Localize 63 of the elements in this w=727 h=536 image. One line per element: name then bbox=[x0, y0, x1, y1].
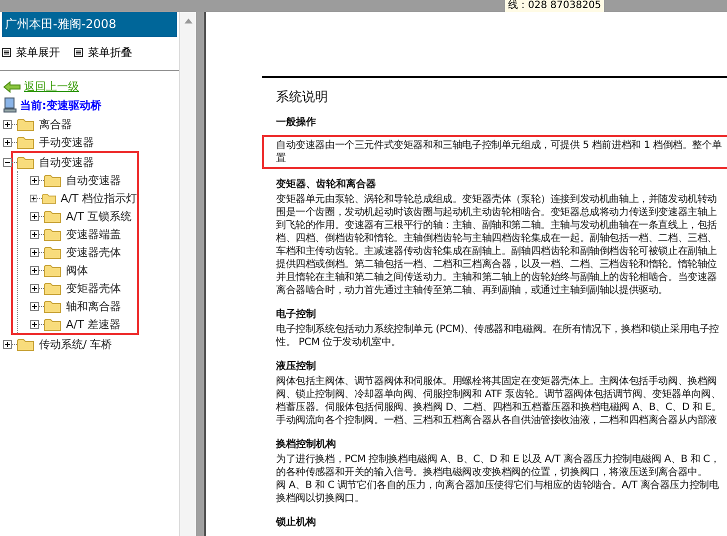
scroll-up-icon[interactable] bbox=[184, 18, 192, 24]
section-heading: 变矩器、齿轮和离合器 bbox=[276, 178, 377, 191]
section-heading: 锁止机构 bbox=[276, 516, 317, 529]
tree-item[interactable]: 手动变速器 bbox=[39, 134, 94, 150]
folder-icon bbox=[44, 210, 61, 222]
menu-action-button[interactable]: 菜单展开 bbox=[2, 45, 60, 60]
paragraph: 阀体包括主阀体、调节器阀体和伺服体。用螺栓将其固定在变矩器壳体上。主阀体包括手动阀、换档阀 阀、锁止控制阀、冷却器单向阀、伺服控制阀和 ATF 泵齿轮。调节器阀体包括调节阀、变矩器单向阀、 档蓄压器。伺服体包括伺服阀、换档阀 D、二档、四档和五档蓄压器和换档电磁阀 A、B、C、D 和 E。 手动阀流向各个控制阀。一档、三档和五档离合器从各自供油管接收油液，二档和四档离合器从内部液 bbox=[276, 375, 722, 427]
paragraph: 自动变速器由一个三元件式变矩器和和三轴电子控制单元组成，可提供 5 档前进档和 1 档倒档。整个单 置 bbox=[276, 139, 723, 165]
paragraph: 为了进行换档，PCM 控制换档电磁阀 A、B、C、D 和 E 以及 A/T 离合器压力控制电磁阀 A、B 和 C， 的各种传感器和开关的输入信号。换档电磁阀改变换档阀的位置，切换阀口，将液压送到离合器中。 阀 A、B 和 C 调节它们各自的压力，向离合器加压使得它们与相应的齿轮啮合。A/T 离合器压力控制电 换档阀以切换阀口。 bbox=[276, 453, 721, 505]
computer-icon bbox=[3, 97, 17, 113]
scrollbar[interactable] bbox=[179, 12, 196, 536]
expand-icon[interactable] bbox=[3, 340, 12, 348]
folder-icon bbox=[44, 282, 61, 294]
expand-icon[interactable] bbox=[3, 138, 12, 146]
folder-icon bbox=[42, 192, 56, 204]
folder-icon bbox=[17, 118, 34, 130]
expand-icon[interactable] bbox=[30, 176, 39, 184]
menu-icon[interactable] bbox=[74, 48, 83, 57]
current-location: 当前:变速驱动桥 bbox=[20, 98, 102, 112]
expand-icon[interactable] bbox=[30, 320, 39, 328]
section-heading: 换档控制机构 bbox=[276, 438, 337, 451]
section-heading: 液压控制 bbox=[276, 360, 317, 373]
tree-item[interactable]: 变矩器壳体 bbox=[66, 280, 121, 296]
paragraph: 变矩器单元由泵轮、涡轮和导轮总成组成。变矩器壳体（泵轮）连接到发动机曲轴上，并随发动机转动 围是一个齿圈，发动机起动时该齿圈与起动机主动齿轮相啮合。变矩器总成将动力传送到变速器主轴上 到飞轮的作用。变速器有三根平行的轴：主轴、副轴和第二轴。主轴与发动机曲轴在一条直线上，包括 档、四档、倒档齿轮和惰轮。主轴倒档齿轮与主轴四档齿轮集成在一起。副轴包括一档、二档、三档、 车档和主传动齿轮。主减速器传动齿轮集成在副轴上。副轴四档齿轮和副轴倒档齿轮可被锁止在副轴上 提供四档或倒档。第二轴包括一档、二档和三档离合器，以及一档、二档、三档齿轮和惰轮。惰轮轴位 并且惰轮在主轴和第二轴之间传送动力。主轴和第二轴上的齿轮始终与副轴上的齿轮相啮合。当变速器 离合器啮合时，动力首先通过主轴传至第二轴、再到副轴，或通过主轴到副轴以提供驱动。 bbox=[276, 193, 718, 297]
expand-icon[interactable] bbox=[30, 212, 39, 220]
sidebar-title: 广州本田-雅阁-2008 bbox=[2, 12, 177, 37]
expand-icon[interactable] bbox=[3, 120, 12, 128]
tree-item[interactable]: 离合器 bbox=[39, 116, 72, 132]
tree-item[interactable]: 轴和离合器 bbox=[66, 298, 121, 314]
tree-item[interactable]: A/T 互锁系统 bbox=[66, 208, 132, 224]
tree-item[interactable]: A/T 差速器 bbox=[66, 316, 120, 332]
tree-item[interactable]: 变速器端盖 bbox=[66, 226, 121, 242]
tree-item[interactable]: 阀体 bbox=[66, 262, 88, 278]
folder-icon bbox=[44, 300, 61, 312]
folder-icon bbox=[17, 136, 34, 148]
expand-icon[interactable] bbox=[30, 230, 39, 238]
section-heading: 一般操作 bbox=[276, 116, 317, 129]
menu-action-button[interactable]: 菜单折叠 bbox=[74, 45, 132, 60]
collapse-icon[interactable] bbox=[3, 158, 12, 166]
tree-item[interactable]: 变速器壳体 bbox=[66, 244, 121, 260]
folder-icon bbox=[17, 338, 34, 350]
expand-icon[interactable] bbox=[30, 266, 39, 274]
expand-icon[interactable] bbox=[30, 248, 39, 256]
folder-icon bbox=[44, 228, 61, 240]
expand-icon[interactable] bbox=[30, 284, 39, 292]
folder-icon bbox=[44, 246, 61, 258]
expand-icon[interactable] bbox=[30, 194, 38, 202]
menu-icon[interactable] bbox=[2, 48, 11, 57]
folder-icon bbox=[44, 264, 61, 276]
paragraph: 电子控制系统包括动力系统控制单元 (PCM)、传感器和电磁阀。在所有情况下，换档和锁止采用电子控 性。 PCM 位于发动机室中。 bbox=[276, 323, 720, 349]
back-arrow-icon bbox=[3, 80, 21, 92]
folder-icon bbox=[17, 156, 34, 168]
back-link[interactable]: 返回上一级 bbox=[24, 79, 79, 94]
tree-item[interactable]: 传动系统/ 车桥 bbox=[39, 336, 112, 352]
tree-item[interactable]: 自动变速器 bbox=[39, 154, 94, 170]
section-heading: 电子控制 bbox=[276, 308, 317, 321]
folder-icon bbox=[44, 318, 61, 330]
phone-text: 线：028 87038205 bbox=[505, 0, 604, 12]
expand-icon[interactable] bbox=[30, 302, 39, 310]
tree-item[interactable]: A/T 档位指示灯 bbox=[60, 190, 138, 206]
folder-icon bbox=[44, 174, 61, 186]
document-title: 系统说明 bbox=[275, 89, 329, 107]
tree-item[interactable]: 自动变速器 bbox=[66, 172, 121, 188]
